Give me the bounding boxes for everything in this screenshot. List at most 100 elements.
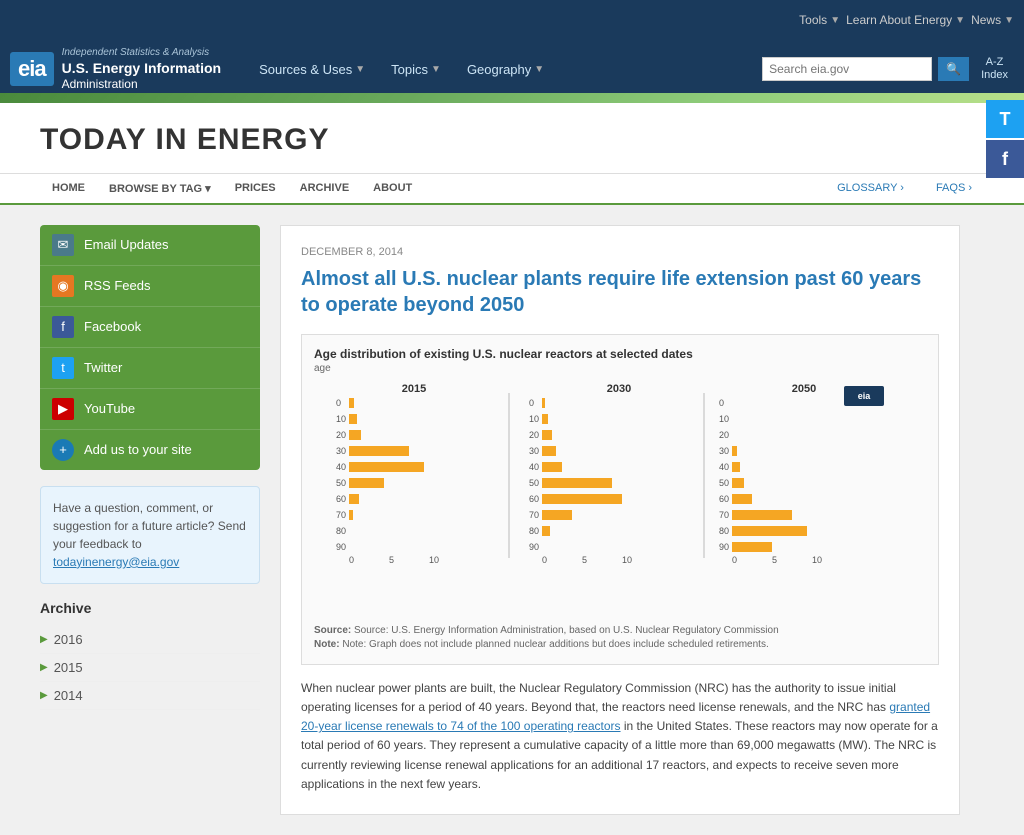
svg-text:90: 90 — [336, 542, 346, 552]
news-menu-button[interactable]: News ▼ — [971, 13, 1014, 27]
svg-text:40: 40 — [719, 462, 729, 472]
feedback-email-link[interactable]: todayinenergy@eia.gov — [53, 555, 179, 569]
sub-nav-about[interactable]: ABOUT — [361, 174, 424, 203]
sidebar-rss-feeds[interactable]: ◉ RSS Feeds — [40, 266, 260, 307]
logo-top-line: Independent Statistics & Analysis — [62, 46, 221, 59]
arrow-2016: ▶ — [40, 634, 48, 645]
article-date: DECEMBER 8, 2014 — [301, 246, 939, 258]
logo-text-block: Independent Statistics & Analysis U.S. E… — [62, 46, 221, 93]
tools-dropdown-arrow: ▼ — [830, 15, 840, 26]
sidebar-twitter[interactable]: t Twitter — [40, 348, 260, 389]
svg-text:5: 5 — [582, 555, 587, 565]
nav-topics[interactable]: Topics ▼ — [383, 56, 449, 83]
logo-mid-line: U.S. Energy Information — [62, 59, 221, 77]
main-content: DECEMBER 8, 2014 Almost all U.S. nuclear… — [280, 225, 960, 815]
svg-text:50: 50 — [336, 478, 346, 488]
svg-text:10: 10 — [429, 555, 439, 565]
svg-text:0: 0 — [732, 555, 737, 565]
nav-sources-uses[interactable]: Sources & Uses ▼ — [251, 56, 373, 83]
faqs-link[interactable]: FAQS › — [924, 174, 984, 202]
svg-text:70: 70 — [529, 510, 539, 520]
archive-year-2016: 2016 — [54, 632, 83, 647]
svg-text:5: 5 — [389, 555, 394, 565]
svg-text:60: 60 — [336, 494, 346, 504]
svg-text:30: 30 — [719, 446, 729, 456]
svg-text:80: 80 — [529, 526, 539, 536]
left-sidebar: ✉ Email Updates ◉ RSS Feeds f Facebook t… — [40, 225, 260, 815]
tools-menu-button[interactable]: Tools ▼ — [799, 13, 840, 27]
nav-geography[interactable]: Geography ▼ — [459, 56, 552, 83]
twitter-social-button[interactable]: T — [986, 100, 1024, 138]
svg-text:2015: 2015 — [402, 383, 426, 395]
sidebar-archive: Archive ▶ 2016 ▶ 2015 ▶ 2014 — [40, 600, 260, 710]
facebook-label: Facebook — [84, 319, 141, 334]
email-label: Email Updates — [84, 237, 169, 252]
svg-text:70: 70 — [719, 510, 729, 520]
sub-nav-archive[interactable]: ARCHIVE — [288, 174, 362, 203]
sub-nav: HOME BROWSE BY TAG ▾ PRICES ARCHIVE ABOU… — [0, 174, 1024, 205]
svg-text:30: 30 — [336, 446, 346, 456]
facebook-icon: f — [52, 316, 74, 338]
rss-icon: ◉ — [52, 275, 74, 297]
svg-text:50: 50 — [529, 478, 539, 488]
page-title: TODAY IN ENERGY — [40, 123, 984, 157]
svg-text:10: 10 — [812, 555, 822, 565]
sidebar-add-site[interactable]: + Add us to your site — [40, 430, 260, 470]
article-body: When nuclear power plants are built, the… — [301, 679, 939, 794]
sidebar-facebook[interactable]: f Facebook — [40, 307, 260, 348]
social-right-sidebar: T f — [986, 100, 1024, 178]
svg-text:30: 30 — [529, 446, 539, 456]
sidebar-email-updates[interactable]: ✉ Email Updates — [40, 225, 260, 266]
eia-logo: eia — [10, 52, 54, 86]
svg-text:5: 5 — [772, 555, 777, 565]
svg-text:80: 80 — [336, 526, 346, 536]
arrow-2015: ▶ — [40, 662, 48, 673]
svg-text:90: 90 — [719, 542, 729, 552]
svg-text:10: 10 — [622, 555, 632, 565]
archive-2014[interactable]: ▶ 2014 — [40, 682, 260, 710]
svg-text:2050: 2050 — [792, 383, 816, 395]
add-site-label: Add us to your site — [84, 442, 192, 457]
search-button[interactable]: 🔍 — [938, 57, 969, 81]
svg-text:20: 20 — [719, 430, 729, 440]
chart-source: Source: Source: U.S. Energy Information … — [314, 624, 926, 652]
archive-2016[interactable]: ▶ 2016 — [40, 626, 260, 654]
learn-dropdown-arrow: ▼ — [955, 15, 965, 26]
az-index-button[interactable]: A-ZIndex — [975, 56, 1014, 82]
top-bar-right: Tools ▼ Learn About Energy ▼ News ▼ — [799, 13, 1014, 27]
svg-text:0: 0 — [529, 398, 534, 408]
wave-banner — [0, 93, 1024, 103]
main-header: eia Independent Statistics & Analysis U.… — [0, 40, 1024, 93]
archive-2015[interactable]: ▶ 2015 — [40, 654, 260, 682]
sub-nav-right: GLOSSARY › FAQS › — [825, 174, 984, 202]
facebook-social-button[interactable]: f — [986, 140, 1024, 178]
twitter-icon: t — [52, 357, 74, 379]
chart-title: Age distribution of existing U.S. nuclea… — [314, 347, 926, 361]
glossary-link[interactable]: GLOSSARY › — [825, 174, 916, 202]
svg-text:20: 20 — [336, 430, 346, 440]
sidebar-social-links: ✉ Email Updates ◉ RSS Feeds f Facebook t… — [40, 225, 260, 470]
svg-text:40: 40 — [529, 462, 539, 472]
sub-nav-left: HOME BROWSE BY TAG ▾ PRICES ARCHIVE ABOU… — [40, 174, 424, 203]
sidebar-youtube[interactable]: ▶ YouTube — [40, 389, 260, 430]
content-area: ✉ Email Updates ◉ RSS Feeds f Facebook t… — [0, 205, 980, 835]
learn-label: Learn About Energy — [846, 13, 952, 27]
main-nav: Sources & Uses ▼ Topics ▼ Geography ▼ 🔍 … — [251, 56, 1014, 83]
svg-text:80: 80 — [719, 526, 729, 536]
sub-nav-home[interactable]: HOME — [40, 174, 97, 203]
page-title-banner: TODAY IN ENERGY — [0, 103, 1024, 174]
sources-dropdown-arrow: ▼ — [355, 64, 365, 75]
svg-text:0: 0 — [336, 398, 341, 408]
search-input[interactable] — [762, 57, 932, 81]
sub-nav-prices[interactable]: PRICES — [223, 174, 288, 203]
archive-year-2014: 2014 — [54, 688, 83, 703]
svg-text:40: 40 — [336, 462, 346, 472]
svg-text:60: 60 — [529, 494, 539, 504]
learn-menu-button[interactable]: Learn About Energy ▼ — [846, 13, 965, 27]
tools-label: Tools — [799, 13, 827, 27]
youtube-label: YouTube — [84, 401, 135, 416]
sub-nav-browse-by-tag[interactable]: BROWSE BY TAG ▾ — [97, 174, 223, 203]
logo-bot-line: Administration — [62, 77, 221, 93]
svg-text:0: 0 — [349, 555, 354, 565]
svg-text:60: 60 — [719, 494, 729, 504]
